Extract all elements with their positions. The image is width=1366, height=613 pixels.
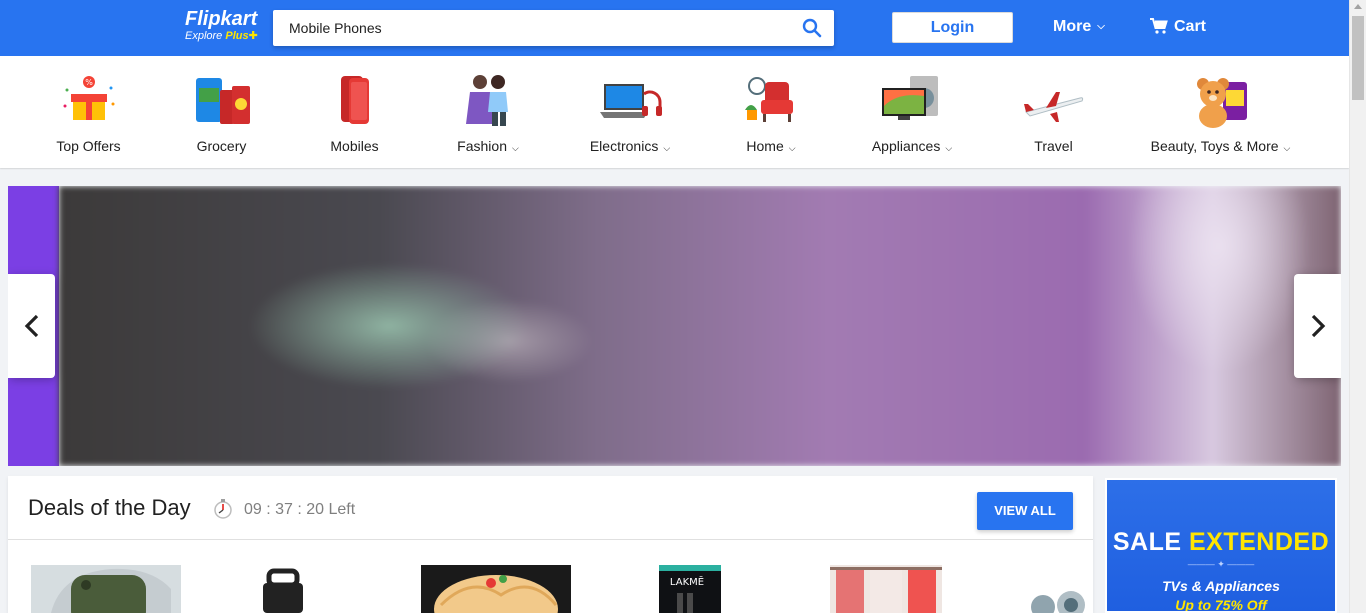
chevron-down-icon: ⌵ (1283, 143, 1291, 153)
deal-product-phone-case[interactable] (31, 565, 181, 613)
carousel-prev-button[interactable] (8, 274, 55, 378)
chevron-right-icon (1311, 314, 1325, 338)
armchair-icon (745, 77, 793, 122)
banner-image[interactable] (59, 186, 1341, 466)
chevron-down-icon: ⌵ (663, 143, 671, 153)
carousel-next-button[interactable] (1294, 274, 1341, 378)
more-menu[interactable]: More ⌵ (1053, 18, 1105, 36)
category-label: Top Offers (56, 138, 121, 154)
hero-banner-carousel[interactable] (8, 186, 1341, 466)
login-button[interactable]: Login (892, 12, 1013, 43)
category-label: Electronics ⌵ (580, 138, 680, 154)
deal-product-curtains[interactable] (830, 565, 942, 613)
deal-product-sandwich-maker[interactable] (233, 565, 323, 613)
airplane-icon (1023, 92, 1083, 122)
logo-tagline: Explore Plus✚ (185, 30, 258, 42)
deal-product-noodles[interactable] (421, 565, 571, 613)
top-header: Flipkart Explore Plus✚ Login More ⌵ Cart (0, 0, 1349, 56)
category-travel[interactable]: Travel (1005, 70, 1102, 160)
category-grocery[interactable]: Grocery (173, 70, 270, 160)
logo-text: Flipkart (185, 8, 258, 30)
deals-header: Deals of the Day 09 : 37 : 20 Left VIEW … (8, 476, 1093, 540)
deals-of-the-day-section: Deals of the Day 09 : 37 : 20 Left VIEW … (8, 476, 1093, 613)
search-bar (273, 10, 834, 46)
curtains-image (830, 565, 942, 613)
category-home[interactable]: Home ⌵ (730, 70, 812, 160)
more-label: More (1053, 18, 1092, 35)
category-label-text: Electronics (589, 138, 659, 154)
chevron-down-icon: ⌵ (945, 143, 953, 153)
svg-text:%: % (85, 78, 93, 87)
fashion-icon (466, 75, 508, 126)
headphones-image (1031, 591, 1085, 613)
ad-offer: Up to 75% Off (1175, 597, 1267, 613)
search-icon[interactable] (802, 18, 822, 38)
category-label: Home ⌵ (730, 138, 812, 154)
ad-headline-white: SALE (1112, 528, 1182, 556)
cart-link[interactable]: Cart (1150, 18, 1206, 36)
teddy-bear-icon (1196, 78, 1247, 128)
category-electronics[interactable]: Electronics ⌵ (580, 70, 680, 160)
view-all-button[interactable]: VIEW ALL (977, 492, 1073, 530)
sandwich-maker-image (263, 568, 303, 613)
category-beauty-toys-more[interactable]: Beauty, Toys & More ⌵ (1148, 70, 1293, 160)
deal-product-headphones[interactable] (1013, 565, 1093, 613)
category-top-offers[interactable]: % Top Offers (40, 70, 137, 160)
category-fashion[interactable]: Fashion ⌵ (433, 70, 543, 160)
category-label-text: Beauty, Toys & More (1150, 138, 1279, 154)
category-nav: % Top Offers Grocery Mobiles Fashion ⌵ El… (0, 56, 1349, 168)
category-label: Appliances ⌵ (856, 138, 968, 154)
plus-icon: ✚ (248, 30, 258, 42)
cart-icon (1150, 18, 1168, 34)
tagline-prefix: Explore (185, 30, 223, 42)
category-label-text: Appliances (871, 138, 941, 154)
chevron-down-icon: ⌵ (1097, 21, 1105, 33)
deals-title: Deals of the Day (28, 495, 191, 520)
category-label: Grocery (196, 138, 247, 154)
scroll-up-arrow-icon[interactable] (1354, 4, 1362, 9)
deal-product-lakme-kit[interactable]: LAKMĒ (659, 565, 721, 613)
chevron-left-icon (24, 314, 38, 338)
side-ad-banner[interactable]: SALE EXTENDED ——— ✦ ——— TVs & Appliances… (1105, 478, 1337, 613)
category-label: Travel (1034, 138, 1073, 154)
category-label: Fashion ⌵ (433, 138, 543, 154)
chevron-down-icon: ⌵ (788, 143, 796, 153)
mobile-phone-icon (340, 76, 369, 124)
cart-label: Cart (1174, 18, 1207, 35)
category-label: Mobiles (330, 138, 379, 154)
category-label-text: Fashion (457, 138, 507, 154)
clock-icon (214, 499, 232, 519)
grocery-icon (195, 78, 250, 124)
category-appliances[interactable]: Appliances ⌵ (856, 70, 968, 160)
scrollbar-thumb[interactable] (1352, 16, 1364, 100)
page-scrollbar[interactable] (1349, 0, 1366, 613)
flipkart-logo[interactable]: Flipkart Explore Plus✚ (185, 9, 258, 42)
category-mobiles[interactable]: Mobiles (306, 70, 403, 160)
deal-timer: 09 : 37 : 20 Left (244, 501, 356, 518)
ad-headline: SALE EXTENDED (1107, 528, 1335, 557)
gift-icon: % (63, 76, 114, 120)
ornament-icon: ——— ✦ ——— (1187, 559, 1255, 569)
category-label: Beauty, Toys & More ⌵ (1148, 138, 1293, 154)
noodles-image (421, 565, 571, 613)
appliances-icon (882, 76, 938, 120)
tagline-plus: Plus (225, 30, 249, 42)
svg-text:LAKMĒ: LAKMĒ (670, 575, 704, 588)
search-input[interactable] (273, 10, 783, 46)
phone-case-image (31, 565, 181, 613)
lakme-kit-image: LAKMĒ (659, 565, 721, 613)
chevron-down-icon: ⌵ (511, 143, 519, 153)
ad-subline: TVs & Appliances (1162, 578, 1280, 594)
ad-headline-yellow: EXTENDED (1189, 528, 1330, 556)
laptop-icon (600, 84, 662, 118)
category-label-text: Home (746, 138, 784, 154)
